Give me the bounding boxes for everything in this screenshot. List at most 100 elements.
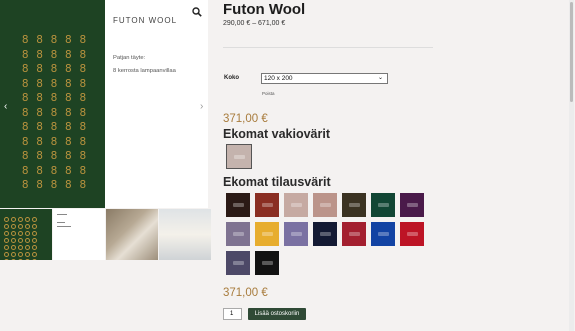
wool-icon [25, 252, 30, 257]
custom-color-swatch[interactable] [226, 193, 250, 217]
brand-logo-icon [377, 232, 389, 236]
wool-icon [25, 259, 30, 260]
thumbnail-2[interactable] [53, 209, 105, 260]
custom-color-swatch[interactable] [400, 193, 424, 217]
wool-icon: 8 [21, 135, 29, 148]
wool-icon: 8 [50, 150, 58, 162]
wool-icon: 8 [21, 77, 29, 90]
panel-fill-label: Patjan täyte: [113, 55, 146, 61]
wool-icon: 8 [21, 150, 29, 162]
wool-icon: 8 [79, 106, 87, 119]
wool-icon [25, 238, 30, 243]
brand-logo-icon [319, 232, 331, 236]
zoom-icon[interactable] [192, 7, 202, 17]
custom-color-swatch[interactable] [255, 193, 279, 217]
wool-icon: 8 [50, 106, 58, 119]
brand-logo-icon [406, 232, 418, 236]
wool-icon: 8 [65, 179, 72, 191]
wool-icon: 8 [50, 164, 58, 177]
wool-icon: 8 [21, 63, 29, 75]
chevron-down-icon: ⌄ [377, 75, 383, 81]
wool-icon [11, 245, 16, 250]
quantity-input[interactable]: 1 [223, 308, 242, 320]
wool-icon [4, 245, 9, 250]
custom-color-swatch[interactable] [284, 222, 308, 246]
thumbnail-3[interactable] [106, 209, 158, 260]
wool-icon: 8 [50, 63, 58, 75]
wool-icon [18, 245, 23, 250]
custom-color-swatch[interactable] [313, 193, 337, 217]
brand-logo-icon [406, 203, 418, 207]
brand-logo-icon [348, 203, 360, 207]
add-to-cart-button[interactable]: Lisää ostoskoriin [248, 308, 306, 320]
brand-logo-icon [319, 203, 331, 207]
wool-icon [11, 231, 16, 236]
wool-icon: 8 [79, 92, 87, 104]
wool-icon: 8 [21, 164, 29, 177]
brand-logo-icon [290, 232, 302, 236]
brand-logo-icon [261, 203, 273, 207]
thumbnail-text-line [57, 226, 71, 227]
custom-color-swatch[interactable] [226, 222, 250, 246]
scrollbar[interactable] [569, 0, 574, 331]
custom-color-swatch[interactable] [313, 222, 337, 246]
wool-icon [32, 224, 37, 229]
wool-icon [25, 245, 30, 250]
thumbnail-1[interactable] [0, 209, 52, 260]
wool-icon: 8 [50, 92, 58, 104]
wool-icon [11, 224, 16, 229]
size-select[interactable]: 120 x 200 ⌄ [261, 73, 388, 84]
wool-icon [32, 252, 37, 257]
custom-color-swatch[interactable] [400, 222, 424, 246]
wool-icon: 8 [65, 92, 72, 104]
wool-icon: 8 [36, 164, 43, 177]
divider [223, 47, 433, 48]
wool-icon: 8 [50, 34, 58, 46]
brand-logo-icon [377, 203, 389, 207]
wool-icon: 8 [36, 106, 43, 119]
wool-icon [4, 259, 9, 260]
wool-icon [32, 238, 37, 243]
wool-icon: 8 [36, 92, 43, 104]
wool-icon [11, 217, 16, 222]
thumbnail-strip [0, 209, 211, 260]
gallery-next-arrow[interactable]: › [200, 101, 203, 112]
wool-icon: 8 [65, 135, 72, 148]
custom-color-swatch[interactable] [371, 222, 395, 246]
wool-icon: 8 [65, 164, 72, 177]
wool-icon [4, 217, 9, 222]
wool-icon [25, 224, 30, 229]
wool-icon: 8 [36, 135, 43, 148]
gallery-prev-arrow[interactable]: ‹ [4, 101, 7, 112]
price-range: 290,00 € – 671,00 € [223, 20, 286, 27]
custom-color-swatch[interactable] [284, 193, 308, 217]
wool-icon [18, 224, 23, 229]
custom-color-swatch[interactable] [226, 251, 250, 275]
wool-icon [4, 224, 9, 229]
custom-color-swatch[interactable] [255, 251, 279, 275]
wool-icon: 8 [36, 150, 43, 162]
clear-selection-link[interactable]: Poista [262, 91, 275, 96]
product-title: Futon Wool [223, 1, 306, 18]
custom-color-swatch[interactable] [371, 193, 395, 217]
custom-color-swatch[interactable] [255, 222, 279, 246]
standard-color-swatch[interactable] [226, 144, 252, 169]
wool-icon: 8 [65, 63, 72, 75]
gallery-main-image[interactable]: 8888888888888888888888888888888888888888… [0, 0, 105, 208]
thumbnail-4[interactable] [159, 209, 211, 260]
selected-price: 371,00 € [223, 113, 268, 125]
scrollbar-thumb[interactable] [570, 2, 573, 102]
wool-icon: 8 [36, 34, 43, 46]
wool-icon [18, 252, 23, 257]
wool-icon [25, 217, 30, 222]
wool-icon: 8 [36, 77, 43, 90]
wool-icon: 8 [79, 135, 87, 148]
wool-icon: 8 [79, 77, 87, 90]
wool-icon: 8 [21, 106, 29, 119]
custom-color-swatch[interactable] [342, 193, 366, 217]
custom-color-swatch[interactable] [342, 222, 366, 246]
wool-icon: 8 [79, 34, 87, 46]
wool-icon: 8 [50, 135, 58, 148]
brand-logo-icon [261, 232, 273, 236]
bottom-price: 371,00 € [223, 287, 268, 299]
